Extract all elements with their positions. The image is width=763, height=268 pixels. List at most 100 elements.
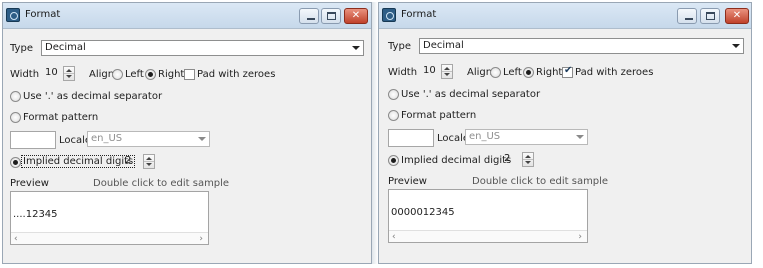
close-icon: ✕: [351, 10, 361, 21]
align-label: Align: [89, 69, 115, 80]
arrow-down-icon: [525, 161, 531, 164]
format-pattern-label: Format pattern: [23, 112, 99, 123]
minimize-icon: [307, 18, 315, 20]
preview-area[interactable]: ....12345 ‹ ›: [10, 191, 209, 245]
implied-decimal-value: 2: [125, 155, 132, 166]
horizontal-scrollbar[interactable]: ‹ ›: [389, 230, 587, 242]
window-title: Format: [25, 9, 61, 20]
arrow-left-icon[interactable]: ‹: [392, 232, 396, 242]
arrow-down-icon: [444, 73, 450, 76]
preview-text: 0000012345: [391, 207, 455, 218]
implied-decimal-radio[interactable]: [10, 157, 21, 168]
chevron-down-icon: [732, 44, 740, 48]
decimal-separator-label: Use '.' as decimal separator: [23, 91, 163, 102]
format-pattern-label: Format pattern: [401, 110, 477, 121]
preview-text: ....12345: [13, 209, 58, 220]
chevron-down-icon: [198, 137, 206, 141]
align-right-label: Right: [158, 69, 185, 80]
align-left-label: Left: [503, 67, 522, 78]
width-input[interactable]: 10: [41, 65, 61, 81]
align-label: Align: [467, 67, 493, 78]
arrow-up-icon: [444, 67, 450, 70]
chevron-down-icon: [352, 46, 360, 50]
preview-hint: Double click to edit sample: [93, 178, 230, 189]
type-select-value: Decimal: [423, 40, 464, 51]
type-select-value: Decimal: [45, 42, 86, 53]
preview-label: Preview: [10, 178, 49, 189]
implied-decimal-value: 2: [504, 153, 511, 164]
implied-decimal-label: Implied decimal digits: [20, 155, 136, 168]
radio-selected-dot: [526, 70, 531, 75]
chevron-down-icon: [576, 135, 584, 139]
minimize-button[interactable]: [299, 8, 319, 24]
locale-select-value: en_US: [469, 131, 501, 142]
arrow-left-icon[interactable]: ‹: [14, 234, 18, 244]
type-select[interactable]: Decimal: [41, 40, 364, 56]
locale-select-value: en_US: [91, 133, 123, 144]
align-right-label: Right: [536, 67, 563, 78]
arrow-right-icon[interactable]: ›: [578, 232, 582, 242]
implied-decimal-stepper[interactable]: [143, 154, 155, 169]
format-app-icon: [382, 8, 396, 22]
radio-selected-dot: [391, 158, 396, 163]
minimize-icon: [685, 18, 693, 20]
format-dialog-right: Format ✕ Type Decimal Width 10 Align Lef…: [378, 2, 752, 264]
width-stepper[interactable]: [63, 66, 75, 81]
checkmark-icon: ✔: [564, 65, 573, 76]
decimal-separator-radio[interactable]: [10, 91, 21, 102]
implied-decimal-stepper[interactable]: [522, 152, 534, 167]
close-button[interactable]: ✕: [725, 8, 749, 24]
arrow-up-icon: [525, 155, 531, 158]
width-input-value: 10: [45, 67, 58, 78]
maximize-button[interactable]: [321, 8, 341, 24]
maximize-icon: [706, 12, 715, 20]
decimal-separator-label: Use '.' as decimal separator: [401, 89, 541, 100]
locale-select[interactable]: en_US: [465, 129, 588, 145]
format-pattern-input[interactable]: [10, 131, 56, 149]
close-icon: ✕: [732, 10, 742, 21]
implied-decimal-label: Implied decimal digits: [401, 155, 512, 166]
horizontal-scrollbar[interactable]: ‹ ›: [11, 232, 208, 244]
width-input-value: 10: [423, 65, 436, 76]
close-button[interactable]: ✕: [344, 8, 368, 24]
type-select[interactable]: Decimal: [419, 38, 744, 54]
format-pattern-radio[interactable]: [388, 110, 399, 121]
implied-decimal-radio[interactable]: [388, 155, 399, 166]
align-left-radio[interactable]: [490, 67, 501, 78]
width-label: Width: [388, 67, 418, 78]
title-bar[interactable]: Format ✕: [3, 3, 371, 29]
locale-select[interactable]: en_US: [87, 131, 210, 147]
arrow-up-icon: [146, 157, 152, 160]
preview-label: Preview: [388, 176, 427, 187]
align-right-radio[interactable]: [145, 69, 156, 80]
decimal-separator-radio[interactable]: [388, 89, 399, 100]
pad-zeroes-checkbox[interactable]: ✔: [562, 65, 573, 78]
pad-zeroes-label: Pad with zeroes: [197, 69, 276, 80]
format-pattern-radio[interactable]: [10, 112, 21, 123]
format-dialog-left: Format ✕ Type Decimal Width 10 Align Lef…: [2, 2, 372, 264]
type-label: Type: [388, 41, 411, 52]
type-label: Type: [10, 43, 33, 54]
arrow-down-icon: [66, 75, 72, 78]
arrow-down-icon: [146, 163, 152, 166]
window-title: Format: [401, 9, 437, 20]
format-app-icon: [6, 8, 20, 22]
width-stepper[interactable]: [441, 64, 453, 79]
radio-selected-dot: [148, 72, 153, 77]
arrow-right-icon[interactable]: ›: [199, 234, 203, 244]
width-input[interactable]: 10: [419, 63, 439, 79]
preview-hint: Double click to edit sample: [472, 176, 609, 187]
width-label: Width: [10, 69, 40, 80]
implied-decimal-input[interactable]: 2: [121, 153, 141, 169]
title-bar[interactable]: Format ✕: [379, 3, 751, 29]
preview-area[interactable]: 0000012345 ‹ ›: [388, 189, 588, 243]
format-pattern-input[interactable]: [388, 129, 434, 147]
pad-zeroes-label: Pad with zeroes: [575, 67, 654, 78]
minimize-button[interactable]: [677, 8, 697, 24]
pad-zeroes-checkbox[interactable]: [184, 69, 195, 80]
align-left-radio[interactable]: [112, 69, 123, 80]
align-right-radio[interactable]: [523, 67, 534, 78]
maximize-icon: [327, 12, 336, 20]
implied-decimal-input[interactable]: 2: [500, 151, 520, 167]
maximize-button[interactable]: [700, 8, 720, 24]
